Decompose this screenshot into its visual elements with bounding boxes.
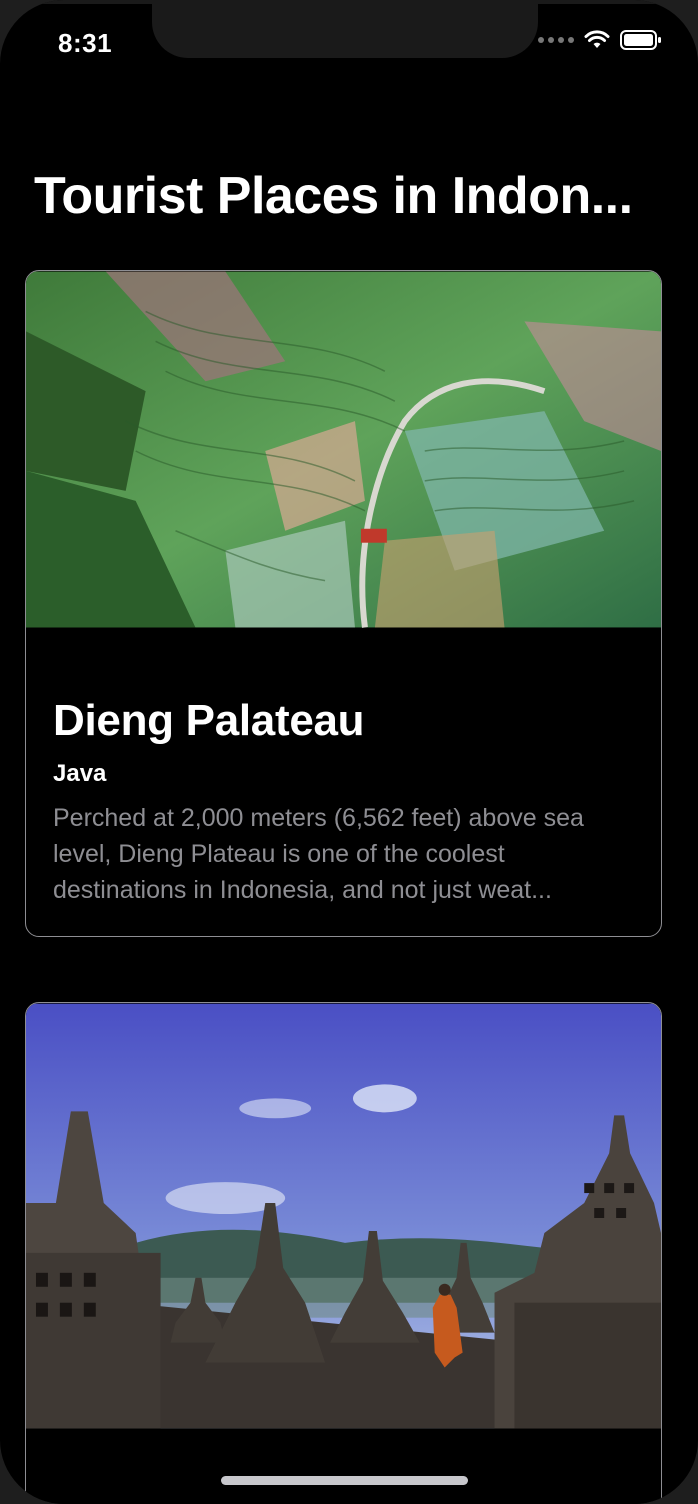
page-title: Tourist Places in Indon... (34, 167, 633, 225)
cellular-signal-icon (538, 37, 574, 43)
status-time: 8:31 (58, 28, 113, 58)
place-card[interactable] (25, 1002, 662, 1504)
wifi-icon (584, 30, 610, 48)
phone-screen: 8:31 Tourist Places in Indon... Dieng Pa… (0, 0, 698, 1504)
device-notch (152, 0, 538, 58)
place-image-dieng (26, 271, 661, 628)
home-indicator[interactable] (221, 1476, 468, 1485)
place-description: Perched at 2,000 meters (6,562 feet) abo… (53, 804, 584, 904)
place-name: Dieng Palateau (53, 696, 365, 745)
battery-icon (620, 30, 661, 50)
place-card[interactable]: Dieng Palateau Java Perched at 2,000 met… (25, 270, 662, 937)
place-region: Java (53, 760, 107, 787)
place-image-borobudur (26, 1003, 661, 1429)
status-icons (538, 30, 662, 50)
